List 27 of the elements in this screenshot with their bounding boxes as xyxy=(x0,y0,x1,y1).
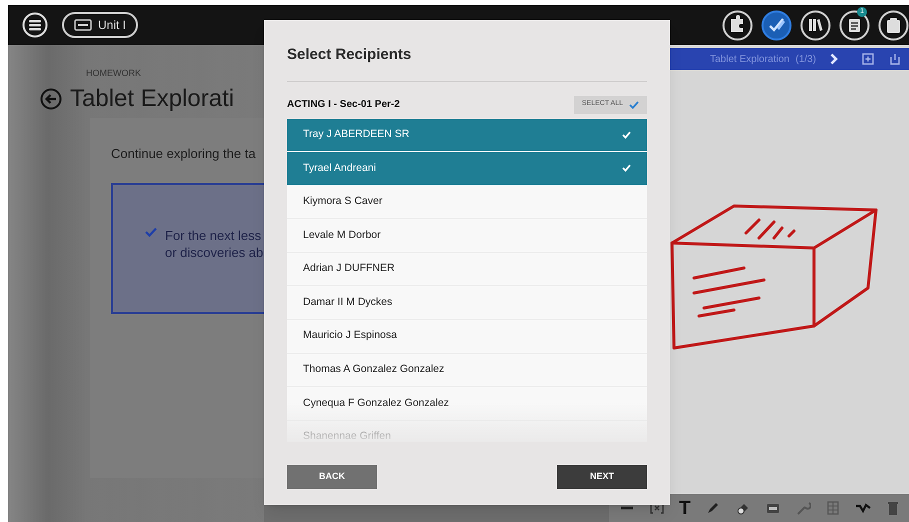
checkmark-icon xyxy=(622,130,631,139)
page-counter: (1/3) xyxy=(796,52,816,66)
unit-button[interactable]: Unit I xyxy=(62,12,138,38)
checkmark-icon xyxy=(622,164,631,172)
text-tool-button[interactable]: T xyxy=(679,498,691,518)
add-page-icon[interactable] xyxy=(862,53,874,65)
puzzle-app-icon[interactable] xyxy=(722,10,753,40)
export-icon[interactable] xyxy=(890,53,900,65)
recipient-row[interactable]: Tyrael Andreani xyxy=(287,152,647,186)
viewer-title: Tablet Exploration xyxy=(710,52,790,66)
back-button[interactable]: BACK xyxy=(287,464,377,488)
notes-app-icon[interactable] xyxy=(839,10,870,40)
books-app-icon[interactable] xyxy=(800,10,831,40)
task-text-line: or discoveries ab xyxy=(165,244,264,260)
lesson-category: HOMEWORK xyxy=(86,67,142,80)
lesson-title: Tablet Explorati xyxy=(70,84,234,114)
next-button[interactable]: NEXT xyxy=(557,464,647,488)
next-chevron-icon[interactable] xyxy=(830,53,838,65)
instructions-text: Continue exploring the ta xyxy=(111,145,257,163)
recipient-row[interactable]: Tray J ABERDEEN SR xyxy=(287,118,647,152)
recipient-row[interactable]: Kiymora S Caver xyxy=(287,186,647,220)
task-text-line: For the next less xyxy=(165,226,262,244)
recipient-row[interactable]: Thomas A Gonzalez Gonzalez xyxy=(287,354,647,388)
dialog-title: Select Recipients xyxy=(287,45,412,65)
menu-icon[interactable] xyxy=(22,12,48,38)
class-section-label: ACTING I - Sec-01 Per-2 xyxy=(287,98,400,112)
clipboard-app-icon[interactable] xyxy=(878,10,909,40)
